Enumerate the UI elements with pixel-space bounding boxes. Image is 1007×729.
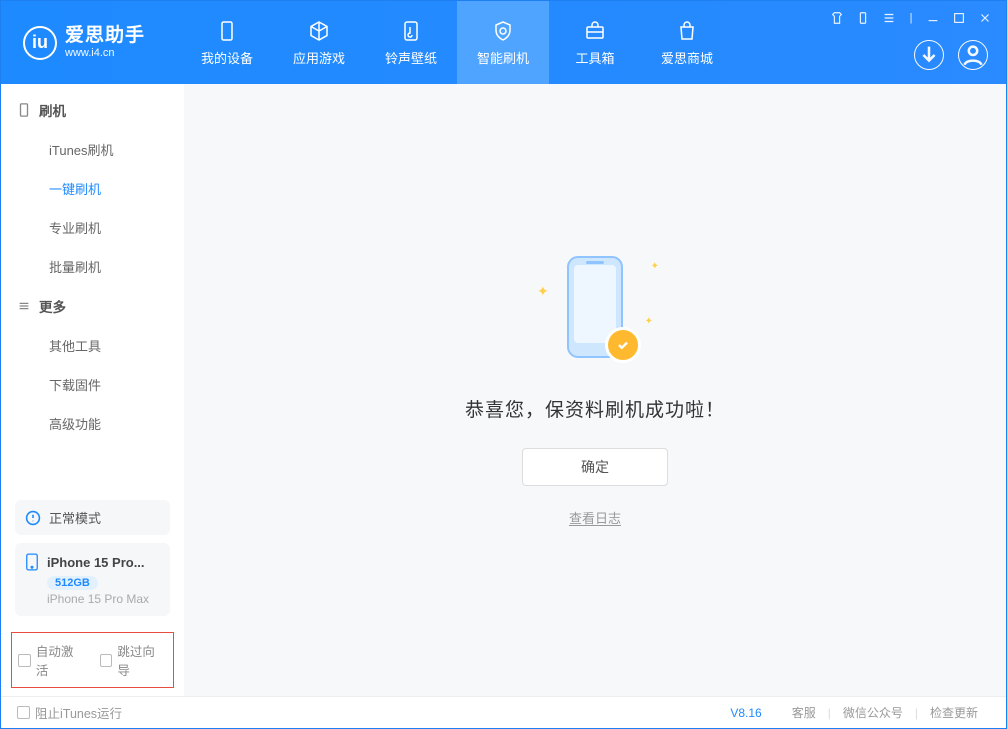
- nav-my-device[interactable]: 我的设备: [181, 1, 273, 84]
- device-mode[interactable]: 正常模式: [15, 500, 170, 535]
- nav-label: 铃声壁纸: [385, 48, 437, 67]
- section-label: 刷机: [39, 100, 66, 120]
- nav-label: 爱思商城: [661, 48, 713, 67]
- user-icon[interactable]: [958, 40, 988, 70]
- sidebar-item-batch-flash[interactable]: 批量刷机: [1, 247, 184, 286]
- tshirt-icon[interactable]: [830, 11, 844, 25]
- success-message: 恭喜您，保资料刷机成功啦！: [465, 395, 725, 422]
- app-title: 爱思助手: [65, 26, 145, 47]
- options-row: 自动激活 跳过向导: [11, 632, 174, 688]
- nav-store[interactable]: 爱思商城: [641, 1, 733, 84]
- sidebar-item-pro-flash[interactable]: 专业刷机: [1, 208, 184, 247]
- nav-ringtones[interactable]: 铃声壁纸: [365, 1, 457, 84]
- footer-link-support[interactable]: 客服: [792, 704, 816, 721]
- mode-label: 正常模式: [49, 508, 101, 527]
- minimize-icon[interactable]: [926, 11, 940, 25]
- checkbox-label: 跳过向导: [117, 641, 167, 679]
- nav-apps-games[interactable]: 应用游戏: [273, 1, 365, 84]
- sidebar-section-more: 更多: [1, 286, 184, 326]
- storage-pill: 512GB: [47, 576, 98, 590]
- button-label: 确定: [581, 457, 609, 477]
- nav-label: 工具箱: [575, 48, 614, 67]
- maximize-icon[interactable]: [952, 11, 966, 25]
- ok-button[interactable]: 确定: [522, 448, 668, 486]
- sidebar-item-other-tools[interactable]: 其他工具: [1, 326, 184, 365]
- nav-label: 应用游戏: [293, 48, 345, 67]
- bag-icon: [675, 19, 699, 43]
- device-card[interactable]: iPhone 15 Pro... 512GB iPhone 15 Pro Max: [15, 543, 170, 616]
- section-label: 更多: [39, 296, 66, 316]
- separator: |: [915, 706, 918, 720]
- auto-activate-checkbox[interactable]: 自动激活: [18, 641, 86, 679]
- app-url: www.i4.cn: [65, 47, 145, 59]
- success-illustration: ✦ ✦ ✦: [535, 253, 655, 373]
- sidebar-item-download-firmware[interactable]: 下载固件: [1, 365, 184, 404]
- sidebar-section-flash: 刷机: [1, 90, 184, 130]
- checkbox-label: 阻止iTunes运行: [35, 703, 122, 722]
- close-icon[interactable]: [978, 11, 992, 25]
- block-itunes-checkbox[interactable]: 阻止iTunes运行: [17, 703, 122, 722]
- device-icon: [215, 19, 239, 43]
- sidebar-item-itunes-flash[interactable]: iTunes刷机: [1, 130, 184, 169]
- nav-smart-flash[interactable]: 智能刷机: [457, 1, 549, 84]
- nav-toolbox[interactable]: 工具箱: [549, 1, 641, 84]
- logo-icon: iu: [23, 26, 57, 60]
- version-label: V8.16: [730, 706, 761, 720]
- menu-icon[interactable]: [882, 11, 896, 25]
- device-fullname: iPhone 15 Pro Max: [47, 592, 160, 606]
- sidebar-item-advanced[interactable]: 高级功能: [1, 404, 184, 443]
- window-separator: |: [908, 11, 914, 25]
- app-logo: iu 爱思助手 www.i4.cn: [1, 26, 181, 60]
- skip-guide-checkbox[interactable]: 跳过向导: [100, 641, 168, 679]
- nav-label: 智能刷机: [477, 48, 529, 67]
- music-icon: [399, 19, 423, 43]
- nav-label: 我的设备: [201, 48, 253, 67]
- sidebar-item-oneclick-flash[interactable]: 一键刷机: [1, 169, 184, 208]
- footer-link-update[interactable]: 检查更新: [930, 704, 978, 721]
- cube-icon: [307, 19, 331, 43]
- separator: |: [828, 706, 831, 720]
- view-log-link[interactable]: 查看日志: [569, 508, 621, 527]
- refresh-shield-icon: [491, 19, 515, 43]
- toolbox-icon: [583, 19, 607, 43]
- checkbox-label: 自动激活: [36, 641, 86, 679]
- download-icon[interactable]: [914, 40, 944, 70]
- device-name: iPhone 15 Pro...: [47, 555, 145, 570]
- footer-link-wechat[interactable]: 微信公众号: [843, 704, 903, 721]
- phone-small-icon[interactable]: [856, 11, 870, 25]
- check-badge-icon: [605, 327, 641, 363]
